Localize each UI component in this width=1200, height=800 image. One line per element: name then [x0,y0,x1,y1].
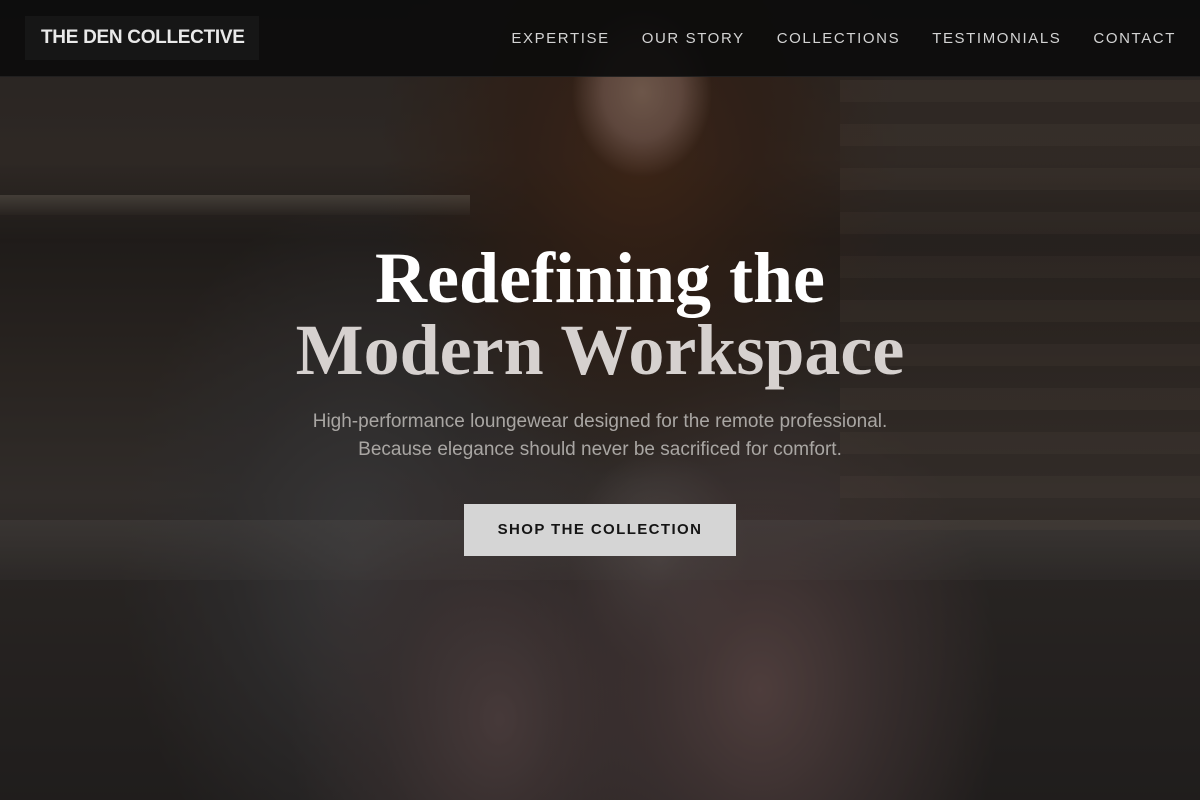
main-nav: EXPERTISE OUR STORY COLLECTIONS TESTIMON… [511,0,1176,76]
nav-link-testimonials[interactable]: TESTIMONIALS [932,30,1061,47]
hero-headline-line-2: Modern Workspace [295,310,905,390]
site-header: THE DEN COLLECTIVE EXPERTISE OUR STORY C… [0,0,1200,77]
hero-subtitle: High-performance loungewear designed for… [0,408,1200,464]
nav-link-expertise[interactable]: EXPERTISE [511,30,609,47]
page: THE DEN COLLECTIVE EXPERTISE OUR STORY C… [0,0,1200,800]
hero-subtitle-line-2: Because elegance should never be sacrifi… [358,439,842,460]
nav-link-contact[interactable]: CONTACT [1093,30,1176,47]
site-logo[interactable]: THE DEN COLLECTIVE [25,16,259,60]
hero-headline-line-1: Redefining the [375,238,825,318]
hero-headline: Redefining the Modern Workspace [0,242,1200,386]
shop-collection-button[interactable]: SHOP THE COLLECTION [464,504,736,556]
nav-link-our-story[interactable]: OUR STORY [642,30,745,47]
hero-content: Redefining the Modern Workspace High-per… [0,242,1200,556]
nav-link-collections[interactable]: COLLECTIONS [777,30,900,47]
hero-subtitle-line-1: High-performance loungewear designed for… [312,411,888,432]
